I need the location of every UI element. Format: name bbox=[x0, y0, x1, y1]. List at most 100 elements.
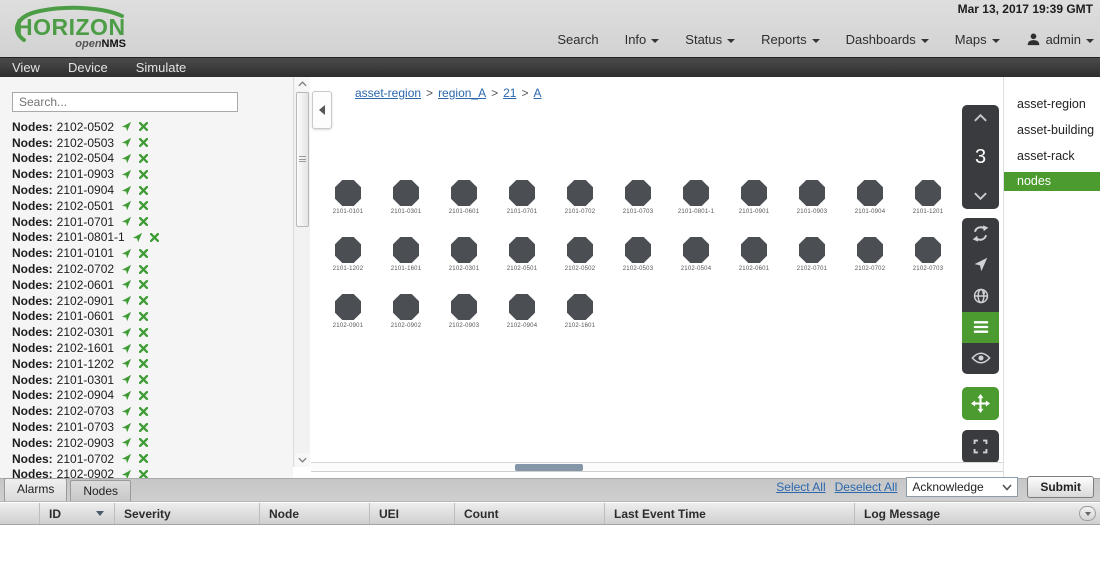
column-header[interactable]: Count bbox=[455, 503, 605, 524]
map-node[interactable]: 2101-0101 bbox=[319, 180, 377, 215]
refresh-button[interactable] bbox=[962, 218, 999, 249]
remove-from-focus-icon[interactable] bbox=[139, 312, 148, 321]
list-item[interactable]: Nodes: 2101-0101 bbox=[12, 245, 292, 261]
map-node[interactable]: 2101-0901 bbox=[725, 180, 783, 215]
pan-mode-button[interactable] bbox=[962, 387, 999, 420]
remove-from-focus-icon[interactable] bbox=[139, 454, 148, 463]
list-item[interactable]: Nodes: 2102-0503 bbox=[12, 135, 292, 151]
search-input[interactable] bbox=[12, 92, 238, 112]
nav-menu-item[interactable]: Dashboards bbox=[846, 32, 929, 47]
locate-node-icon[interactable] bbox=[121, 137, 132, 148]
map-horizontal-scrollbar[interactable] bbox=[311, 462, 1003, 472]
list-item[interactable]: Nodes: 2102-0702 bbox=[12, 261, 292, 277]
breadcrumb-link[interactable]: asset-region bbox=[355, 86, 421, 100]
locate-node-icon[interactable] bbox=[121, 343, 132, 354]
locate-node-icon[interactable] bbox=[121, 437, 132, 448]
list-item[interactable]: Nodes: 2101-1202 bbox=[12, 356, 292, 372]
menubar-item[interactable]: View bbox=[12, 60, 40, 75]
tree-scrollbar[interactable] bbox=[293, 77, 310, 467]
map-node[interactable]: 2102-0701 bbox=[783, 237, 841, 272]
list-item[interactable]: Nodes: 2102-0501 bbox=[12, 198, 292, 214]
list-item[interactable]: Nodes: 2102-0301 bbox=[12, 324, 292, 340]
acknowledge-select[interactable]: Acknowledge bbox=[906, 477, 1018, 497]
map-node[interactable]: 2101-1202 bbox=[319, 237, 377, 272]
map-node[interactable]: 2102-0501 bbox=[493, 237, 551, 272]
locate-node-icon[interactable] bbox=[121, 169, 132, 180]
remove-from-focus-icon[interactable] bbox=[139, 138, 148, 147]
map-node[interactable]: 2102-1601 bbox=[551, 294, 609, 329]
locate-node-icon[interactable] bbox=[121, 200, 132, 211]
center-on-selection-button[interactable] bbox=[962, 249, 999, 280]
map-node[interactable]: 2102-0703 bbox=[899, 237, 957, 272]
map-node[interactable]: 2101-0701 bbox=[493, 180, 551, 215]
locate-node-icon[interactable] bbox=[121, 469, 132, 478]
locate-node-icon[interactable] bbox=[121, 185, 132, 196]
map-node[interactable]: 2101-0301 bbox=[377, 180, 435, 215]
footer-tab[interactable]: Nodes bbox=[70, 480, 131, 501]
nav-menu-item[interactable]: admin bbox=[1026, 32, 1094, 47]
list-item[interactable]: Nodes: 2102-0904 bbox=[12, 388, 292, 404]
map-node[interactable]: 2102-0503 bbox=[609, 237, 667, 272]
nav-menu-item[interactable]: Status bbox=[685, 32, 735, 47]
deselect-all-link[interactable]: Deselect All bbox=[835, 480, 898, 494]
column-header[interactable]: Severity bbox=[115, 503, 260, 524]
column-header[interactable]: UEI bbox=[370, 503, 455, 524]
locate-node-icon[interactable] bbox=[121, 311, 132, 322]
scroll-up-button[interactable] bbox=[295, 77, 310, 91]
map-node[interactable]: 2101-0601 bbox=[435, 180, 493, 215]
list-item[interactable]: Nodes: 2101-0703 bbox=[12, 419, 292, 435]
list-item[interactable]: Nodes: 2102-0901 bbox=[12, 293, 292, 309]
breadcrumb-link[interactable]: 21 bbox=[503, 86, 516, 100]
remove-from-focus-icon[interactable] bbox=[150, 233, 159, 242]
menubar-item[interactable]: Device bbox=[68, 60, 108, 75]
zoom-out-button[interactable] bbox=[973, 192, 988, 201]
eye-button[interactable] bbox=[962, 343, 999, 374]
map-node[interactable]: 2102-0702 bbox=[841, 237, 899, 272]
locate-node-icon[interactable] bbox=[121, 264, 132, 275]
collapse-panel-button[interactable] bbox=[312, 91, 332, 129]
map-node[interactable]: 2101-1201 bbox=[899, 180, 957, 215]
map-node[interactable]: 2101-0703 bbox=[609, 180, 667, 215]
remove-from-focus-icon[interactable] bbox=[139, 122, 148, 131]
remove-from-focus-icon[interactable] bbox=[139, 249, 148, 258]
list-item[interactable]: Nodes: 2102-0903 bbox=[12, 435, 292, 451]
remove-from-focus-icon[interactable] bbox=[139, 423, 148, 432]
list-item[interactable]: Nodes: 2101-0702 bbox=[12, 451, 292, 467]
nav-menu-item[interactable]: Maps bbox=[955, 32, 1000, 47]
remove-from-focus-icon[interactable] bbox=[139, 470, 148, 478]
remove-from-focus-icon[interactable] bbox=[139, 217, 148, 226]
remove-from-focus-icon[interactable] bbox=[139, 438, 148, 447]
list-item[interactable]: Nodes: 2101-0301 bbox=[12, 372, 292, 388]
remove-from-focus-icon[interactable] bbox=[139, 296, 148, 305]
remove-from-focus-icon[interactable] bbox=[139, 265, 148, 274]
layer-item[interactable]: asset-building bbox=[1004, 117, 1100, 143]
list-item[interactable]: Nodes: 2101-0701 bbox=[12, 214, 292, 230]
locate-node-icon[interactable] bbox=[121, 422, 132, 433]
list-item[interactable]: Nodes: 2101-0903 bbox=[12, 166, 292, 182]
map-node[interactable]: 2101-0702 bbox=[551, 180, 609, 215]
locate-node-icon[interactable] bbox=[132, 232, 143, 243]
remove-from-focus-icon[interactable] bbox=[139, 201, 148, 210]
layer-item[interactable]: asset-region bbox=[1004, 91, 1100, 117]
map-node[interactable]: 2102-0504 bbox=[667, 237, 725, 272]
breadcrumb-link[interactable]: region_A bbox=[438, 86, 486, 100]
list-item[interactable]: Nodes: 2101-0801-1 bbox=[12, 230, 292, 246]
list-item[interactable]: Nodes: 2102-0902 bbox=[12, 467, 292, 478]
remove-from-focus-icon[interactable] bbox=[139, 407, 148, 416]
horizontal-scrollbar-thumb[interactable] bbox=[515, 464, 583, 471]
menubar-item[interactable]: Simulate bbox=[136, 60, 187, 75]
map-node[interactable]: 2102-0901 bbox=[319, 294, 377, 329]
locate-node-icon[interactable] bbox=[121, 453, 132, 464]
locate-node-icon[interactable] bbox=[121, 248, 132, 259]
layer-item[interactable]: nodes bbox=[1004, 172, 1100, 191]
list-item[interactable]: Nodes: 2102-0601 bbox=[12, 277, 292, 293]
column-header[interactable]: Last Event Time bbox=[605, 503, 855, 524]
column-header[interactable]: ID bbox=[40, 503, 115, 524]
remove-from-focus-icon[interactable] bbox=[139, 328, 148, 337]
map-node[interactable]: 2101-0904 bbox=[841, 180, 899, 215]
column-header[interactable]: Log Message bbox=[855, 503, 1100, 524]
scrollbar-thumb[interactable] bbox=[296, 92, 309, 227]
list-item[interactable]: Nodes: 2102-1601 bbox=[12, 340, 292, 356]
remove-from-focus-icon[interactable] bbox=[139, 375, 148, 384]
locate-node-icon[interactable] bbox=[121, 406, 132, 417]
